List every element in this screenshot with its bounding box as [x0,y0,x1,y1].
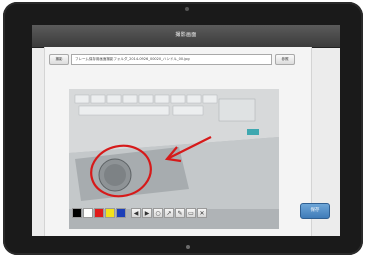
drawing-toolbar: ◀ ▶ ○ ↗ ✎ ▭ ✕ [72,208,232,220]
circle-icon[interactable]: ○ [153,208,163,218]
clear-icon[interactable]: ✕ [197,208,207,218]
redo-icon[interactable]: ▶ [142,208,152,218]
browse-button[interactable]: 参照 [275,54,295,65]
eraser-icon[interactable]: ▭ [186,208,196,218]
file-row: 撮影 フレーム保存用画面撮影フォルダ_2014-0926_00020_ハンドル_… [49,54,301,65]
pen-icon[interactable]: ✎ [175,208,185,218]
app-screen: 撮影画面 撮影 フレーム保存用画面撮影フォルダ_2014-0926_00020_… [32,25,340,236]
color-swatch-yellow[interactable] [105,208,115,218]
home-indicator [186,245,190,249]
tablet-frame: 撮影画面 撮影 フレーム保存用画面撮影フォルダ_2014-0926_00020_… [3,2,363,255]
save-button[interactable]: 保存 [300,203,330,219]
capture-button[interactable]: 撮影 [49,54,69,65]
color-swatch-blue[interactable] [116,208,126,218]
title-bar: 撮影画面 [32,25,340,48]
window-title: 撮影画面 [175,32,197,38]
camera-dot [185,7,189,11]
color-swatch-black[interactable] [72,208,82,218]
color-swatch-red[interactable] [94,208,104,218]
color-swatch-white[interactable] [83,208,93,218]
arrow-icon[interactable]: ↗ [164,208,174,218]
undo-icon[interactable]: ◀ [131,208,141,218]
capture-dialog: 撮影 フレーム保存用画面撮影フォルダ_2014-0926_00020_ハンドル_… [44,47,312,236]
file-path-field[interactable]: フレーム保存用画面撮影フォルダ_2014-0926_00020_ハンドル_00.… [71,54,272,65]
